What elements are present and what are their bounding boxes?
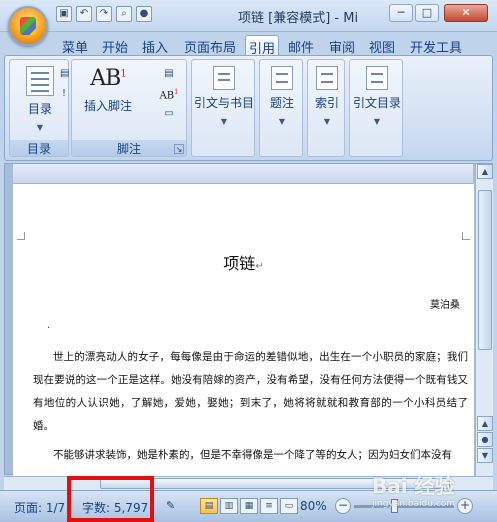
- view-buttons: ▤ ▥ ▦ ≡ ▭: [200, 498, 298, 514]
- citations-button[interactable]: 引文与书目 ▼: [194, 66, 254, 126]
- margin-corner: [17, 232, 25, 240]
- print-preview-icon[interactable]: ⌕: [116, 6, 132, 22]
- authorities-label: 引文目录: [352, 96, 401, 110]
- group-footnotes: AB1 插入脚注 ▤ AB1 ▭ 脚注 ↘: [71, 59, 187, 157]
- toc-label: 目录: [27, 102, 52, 116]
- paragraph-2: 不能够讲求装饰，她是朴素的，但是不幸得像是一个降了等的女人；因为妇女们本没有: [53, 449, 452, 461]
- next-page-icon[interactable]: ▼: [477, 448, 493, 463]
- minimize-button[interactable]: ─: [389, 4, 413, 22]
- index-icon: [316, 66, 338, 90]
- show-notes-icon[interactable]: ▭: [158, 108, 180, 124]
- group-label-footnotes: 脚注: [72, 140, 186, 156]
- insert-endnote-icon[interactable]: ▤: [158, 68, 180, 84]
- document-author: 莫泊桑: [430, 300, 460, 311]
- undo-icon[interactable]: ↶: [76, 6, 92, 22]
- tab-home[interactable]: 开始: [98, 35, 132, 56]
- quick-access-toolbar: ▣ ↶ ↷ ⌕ ●: [56, 6, 152, 22]
- toc-button[interactable]: 目录 ▼: [18, 66, 62, 132]
- group-citations: 引文与书目 ▼: [191, 59, 255, 157]
- tab-page-layout[interactable]: 页面布局: [180, 35, 240, 56]
- close-button[interactable]: ✕: [444, 4, 488, 22]
- scroll-up-icon[interactable]: ▲: [477, 164, 493, 179]
- prev-page-icon[interactable]: ▲: [477, 416, 493, 431]
- toc-icon: [26, 66, 54, 96]
- tab-review[interactable]: 审阅: [325, 35, 359, 56]
- chevron-down-icon: ▼: [36, 123, 44, 132]
- tab-view[interactable]: 视图: [365, 35, 399, 56]
- tab-developer[interactable]: 开发工具: [405, 35, 467, 56]
- ribbon-tabs: 菜单 开始 插入 页面布局 引用 邮件 审阅 视图 开发工具: [0, 32, 497, 57]
- add-text-icon[interactable]: ▤: [60, 68, 69, 84]
- captions-label: 题注: [269, 96, 294, 110]
- authorities-icon: [366, 66, 388, 90]
- save-icon[interactable]: ▣: [56, 6, 72, 22]
- citation-icon: [213, 66, 235, 90]
- tab-menu[interactable]: 菜单: [58, 35, 92, 56]
- document-title: 项链↵: [223, 254, 264, 273]
- web-layout-icon[interactable]: ▦: [240, 498, 258, 514]
- index-label: 索引: [314, 96, 339, 110]
- group-captions: 题注 ▼: [259, 59, 303, 157]
- title-bar: ▣ ↶ ↷ ⌕ ● 项链 [兼容模式] - Mi ─ □ ✕: [0, 0, 497, 32]
- authorities-button[interactable]: 引文目录 ▼: [350, 66, 404, 126]
- chevron-down-icon: ▼: [323, 117, 331, 126]
- watermark: Bai 经验 jingyan.baidu.com: [372, 474, 456, 509]
- group-index: 索引 ▼: [307, 59, 345, 157]
- chevron-down-icon: ▼: [373, 117, 381, 126]
- document-page[interactable]: 项链↵ 莫泊桑 . 世上的漂亮动人的女子，每每像是由于命运的差错似地，出生在一个…: [13, 184, 474, 476]
- ribbon: 目录 ▼ ▤ ! 目录 AB1 插入脚注 ▤ AB1 ▭ 脚注 ↘ 引文与书目 …: [4, 55, 493, 161]
- dialog-launcher-icon[interactable]: ↘: [174, 144, 184, 154]
- vertical-scrollbar[interactable]: ▲ ▲ ● ▼: [475, 164, 493, 476]
- redo-icon[interactable]: ↷: [96, 6, 112, 22]
- tab-insert[interactable]: 插入: [138, 35, 172, 56]
- spellcheck-icon[interactable]: ●: [136, 6, 152, 22]
- group-label-toc: 目录: [10, 140, 68, 156]
- zoom-out-button[interactable]: −: [335, 498, 351, 514]
- insert-footnote-button[interactable]: AB1 插入脚注: [74, 66, 142, 114]
- document-area: 项链↵ 莫泊桑 . 世上的漂亮动人的女子，每每像是由于命运的差错似地，出生在一个…: [4, 163, 493, 476]
- chevron-down-icon: ▼: [220, 117, 228, 126]
- captions-button[interactable]: 题注 ▼: [262, 66, 302, 126]
- paragraph-mark: .: [47, 320, 51, 331]
- tab-mailings[interactable]: 邮件: [284, 35, 318, 56]
- page-indicator[interactable]: 页面: 1/7: [14, 499, 65, 516]
- select-browse-icon[interactable]: ●: [477, 432, 493, 447]
- zoom-in-button[interactable]: +: [457, 498, 473, 514]
- margin-corner: [462, 232, 470, 240]
- chevron-down-icon: ▼: [278, 117, 286, 126]
- citations-label: 引文与书目: [194, 96, 255, 110]
- maximize-button[interactable]: □: [415, 4, 439, 22]
- next-footnote-icon[interactable]: AB1: [158, 88, 180, 104]
- outline-icon[interactable]: ≡: [260, 498, 278, 514]
- office-button[interactable]: [8, 6, 48, 46]
- ruler: [13, 164, 473, 184]
- scroll-thumb[interactable]: [478, 190, 492, 350]
- group-authorities: 引文目录 ▼: [349, 59, 403, 157]
- paragraph-1: 世上的漂亮动人的女子，每每像是由于命运的差错似地，出生在一个小职员的家庭；我们现…: [33, 351, 468, 432]
- group-toc: 目录 ▼ ▤ ! 目录: [9, 59, 69, 157]
- window-title: 项链 [兼容模式] - Mi: [238, 11, 359, 26]
- update-table-icon[interactable]: !: [60, 88, 68, 104]
- caption-icon: [271, 66, 293, 90]
- footnote-icon: AB1: [90, 66, 127, 91]
- zoom-level[interactable]: 80%: [300, 499, 327, 513]
- draft-icon[interactable]: ▭: [280, 498, 298, 514]
- highlight-annotation: [67, 476, 154, 522]
- insert-footnote-label: 插入脚注: [83, 99, 132, 113]
- proofing-icon[interactable]: ✎: [166, 499, 175, 512]
- index-button[interactable]: 索引 ▼: [308, 66, 346, 126]
- full-screen-reading-icon[interactable]: ▥: [220, 498, 238, 514]
- print-layout-icon[interactable]: ▤: [200, 498, 218, 514]
- tab-references[interactable]: 引用: [245, 35, 279, 57]
